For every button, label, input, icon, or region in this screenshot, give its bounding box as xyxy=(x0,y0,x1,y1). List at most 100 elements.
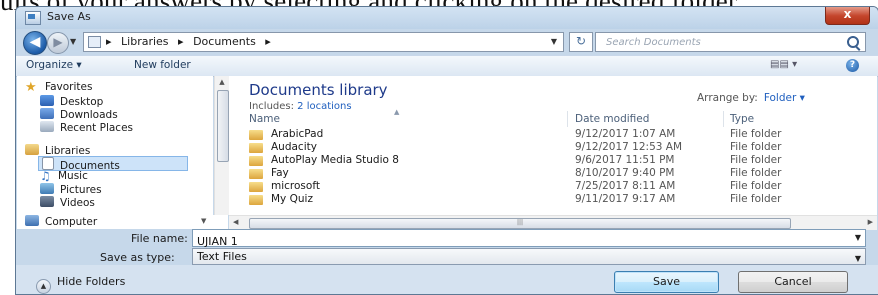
file-name: My Quiz xyxy=(271,193,313,205)
breadcrumb-separator[interactable]: ▸ xyxy=(265,35,271,48)
file-row[interactable]: ArabicPad 9/12/2017 1:07 AM File folder xyxy=(249,128,869,142)
column-divider[interactable] xyxy=(567,111,568,127)
close-button[interactable]: x xyxy=(825,7,870,25)
column-header-date[interactable]: Date modified xyxy=(575,113,649,125)
nav-documents[interactable]: Documents xyxy=(38,156,188,172)
file-row[interactable]: Audacity 9/12/2017 12:53 AM File folder xyxy=(249,141,869,155)
file-date: 9/12/2017 12:53 AM xyxy=(575,141,683,153)
nav-label: Computer xyxy=(45,216,98,228)
save-as-type-select[interactable]: Text Files ▼ xyxy=(192,248,866,265)
address-row: ◀ ▶ ▼ ▸ Libraries ▸ Documents ▸ ▼ ↻ xyxy=(16,29,878,55)
breadcrumb-separator: ▸ xyxy=(178,35,184,48)
file-type: File folder xyxy=(730,141,782,153)
search-icon[interactable] xyxy=(847,36,859,48)
column-divider[interactable] xyxy=(723,111,724,127)
pictures-icon xyxy=(40,183,54,194)
file-type: File folder xyxy=(730,180,782,192)
column-header-name[interactable]: Name xyxy=(249,113,280,125)
nav-label: Videos xyxy=(60,197,95,209)
help-icon[interactable]: ? xyxy=(846,59,859,72)
nav-favorites[interactable]: ★ Favorites xyxy=(25,80,93,95)
search-box[interactable] xyxy=(595,32,866,52)
nav-label: Downloads xyxy=(60,109,118,121)
nav-label: Desktop xyxy=(60,96,104,108)
nav-pictures[interactable]: Pictures xyxy=(40,183,102,196)
chevron-up-icon: ▲ xyxy=(36,279,51,294)
nav-scrollbar[interactable]: ▲ xyxy=(214,76,229,215)
sort-ascending-icon: ▲ xyxy=(394,108,400,116)
cancel-button[interactable]: Cancel xyxy=(738,271,848,293)
file-row[interactable]: AutoPlay Media Studio 8 9/6/2017 11:51 P… xyxy=(249,154,869,168)
nav-music[interactable]: ♫ Music xyxy=(40,170,88,182)
nav-label: Music xyxy=(58,170,88,182)
nav-videos[interactable]: Videos xyxy=(40,196,95,209)
scroll-left-icon[interactable]: ◀ xyxy=(233,218,238,226)
scroll-up-icon[interactable]: ▲ xyxy=(215,78,229,86)
save-as-type-value: Text Files xyxy=(197,250,247,263)
toolbar: Organize ▾ New folder ▤▤ ▾ ? xyxy=(16,55,878,77)
refresh-button[interactable]: ↻ xyxy=(569,32,593,52)
file-name-field[interactable]: ▼ xyxy=(192,229,866,250)
hide-folders-button[interactable]: ▲ Hide Folders xyxy=(36,275,125,294)
breadcrumb-libraries[interactable]: Libraries xyxy=(121,35,169,48)
file-type: File folder xyxy=(730,167,782,179)
file-date: 9/6/2017 11:51 PM xyxy=(575,154,675,166)
horizontal-scroll-thumb[interactable]: ||| xyxy=(249,218,791,229)
file-type: File folder xyxy=(730,193,782,205)
arrange-by-dropdown[interactable]: Folder ▾ xyxy=(764,92,805,104)
nav-downloads[interactable]: Downloads xyxy=(40,108,118,121)
music-icon: ♫ xyxy=(40,169,51,183)
address-dropdown-icon[interactable]: ▼ xyxy=(551,33,557,51)
file-row[interactable]: Fay 8/10/2017 9:40 PM File folder xyxy=(249,167,869,181)
file-date: 8/10/2017 9:40 PM xyxy=(575,167,675,179)
library-folder-icon xyxy=(88,36,101,48)
star-icon: ★ xyxy=(25,80,37,95)
nav-pane-footer: Computer ▼ xyxy=(17,215,228,229)
save-as-type-dropdown-icon[interactable]: ▼ xyxy=(855,251,861,266)
library-title: Documents library xyxy=(249,81,388,99)
save-button[interactable]: Save xyxy=(614,271,719,293)
file-name: ArabicPad xyxy=(271,128,324,140)
library-includes: Includes: 2 locations xyxy=(249,101,352,112)
nav-scroll-thumb[interactable] xyxy=(217,90,229,162)
file-name: Fay xyxy=(271,167,289,179)
address-bar[interactable]: ▸ Libraries ▸ Documents ▸ ▼ xyxy=(83,32,564,52)
forward-button[interactable]: ▶ xyxy=(47,32,69,54)
history-dropdown-icon[interactable]: ▼ xyxy=(70,37,76,46)
recent-places-icon xyxy=(40,121,54,132)
breadcrumb-separator: ▸ xyxy=(106,35,112,48)
nav-desktop[interactable]: Desktop xyxy=(40,95,103,108)
new-folder-button[interactable]: New folder xyxy=(134,59,191,71)
breadcrumb: ▸ Libraries ▸ Documents ▸ xyxy=(106,33,277,51)
column-header-type[interactable]: Type xyxy=(730,113,754,125)
computer-icon xyxy=(25,215,39,226)
file-row[interactable]: microsoft 7/25/2017 8:11 AM File folder xyxy=(249,180,869,194)
breadcrumb-documents[interactable]: Documents xyxy=(193,35,256,48)
organize-button[interactable]: Organize ▾ xyxy=(26,59,82,71)
nav-label: Pictures xyxy=(60,184,102,196)
file-row[interactable]: My Quiz 9/11/2017 9:17 AM File folder xyxy=(249,193,869,207)
back-button[interactable]: ◀ xyxy=(23,31,47,55)
nav-label: Recent Places xyxy=(60,122,134,134)
file-name: AutoPlay Media Studio 8 xyxy=(271,154,399,166)
locations-link[interactable]: 2 locations xyxy=(297,101,351,112)
horizontal-scrollbar[interactable]: ◀ ||| ▶ xyxy=(229,215,877,230)
nav-label: Favorites xyxy=(45,81,93,93)
folder-icon xyxy=(249,182,263,192)
folder-icon xyxy=(249,195,263,205)
desktop-icon xyxy=(40,95,54,106)
nav-scroll-down-icon[interactable]: ▼ xyxy=(201,217,206,225)
nav-computer[interactable]: Computer xyxy=(25,215,97,228)
file-name: Audacity xyxy=(271,141,317,153)
videos-icon xyxy=(40,196,54,207)
nav-recent-places[interactable]: Recent Places xyxy=(40,121,133,134)
includes-label: Includes: xyxy=(249,101,294,112)
folder-icon xyxy=(249,130,263,140)
scroll-right-icon[interactable]: ▶ xyxy=(868,218,873,226)
change-view-button[interactable]: ▤▤ ▾ xyxy=(770,59,797,70)
file-date: 7/25/2017 8:11 AM xyxy=(575,180,676,192)
dialog-icon xyxy=(25,11,41,25)
file-name-dropdown-icon[interactable]: ▼ xyxy=(855,233,861,242)
search-input[interactable] xyxy=(596,33,841,51)
downloads-icon xyxy=(40,108,54,119)
